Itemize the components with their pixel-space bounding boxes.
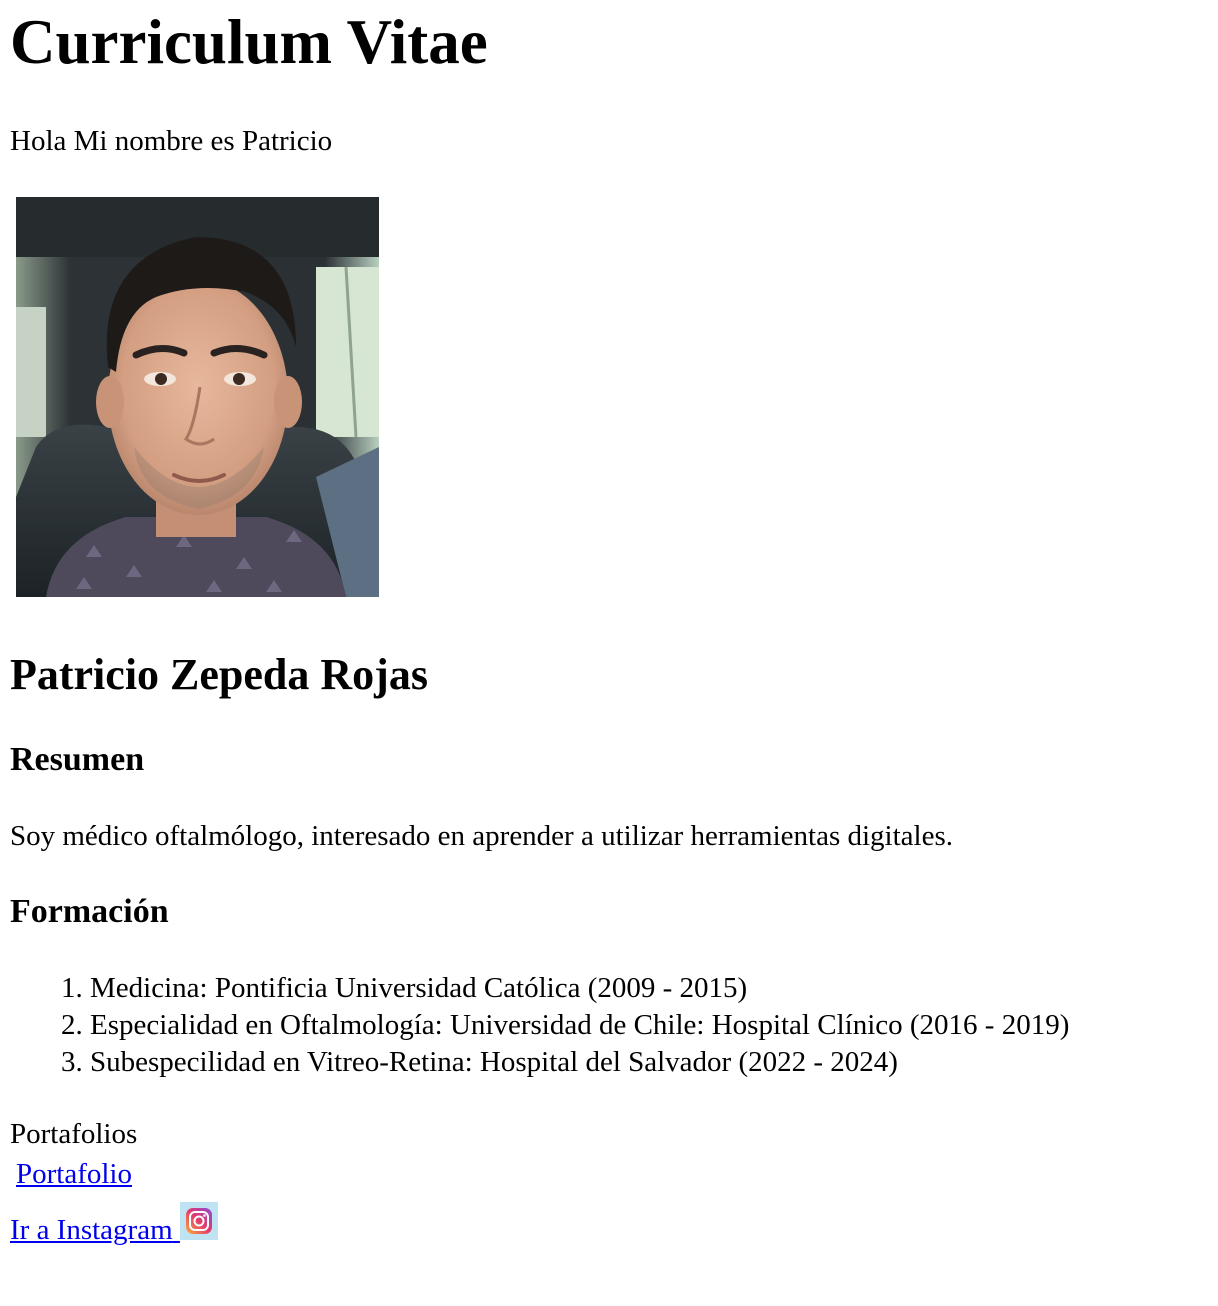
list-item: Especialidad en Oftalmología: Universida… bbox=[90, 1007, 1208, 1044]
portafolios-label: Portafolios bbox=[10, 1118, 138, 1151]
portfolio-link-row: Portafolio bbox=[10, 1157, 1208, 1192]
page-title: Curriculum Vitae bbox=[10, 7, 488, 77]
instagram-icon[interactable] bbox=[179, 1202, 218, 1241]
instagram-row: Ir a Instagram bbox=[10, 1202, 1208, 1248]
person-name: Patricio Zepeda Rojas bbox=[10, 650, 428, 700]
profile-photo bbox=[16, 197, 379, 598]
instagram-link[interactable]: Ir a Instagram bbox=[10, 1213, 180, 1248]
list-item: Medicina: Pontificia Universidad Católic… bbox=[90, 970, 1208, 1007]
portfolio-link[interactable]: Portafolio bbox=[16, 1158, 132, 1190]
page: Curriculum Vitae Hola Mi nombre es Patri… bbox=[0, 0, 1218, 1248]
formacion-list: Medicina: Pontificia Universidad Católic… bbox=[10, 970, 1208, 1081]
resumen-heading: Resumen bbox=[10, 741, 145, 779]
instagram-link-text: Ir a Instagram bbox=[10, 1214, 173, 1247]
formacion-heading: Formación bbox=[10, 892, 169, 930]
resumen-text: Soy médico oftalmólogo, interesado en ap… bbox=[10, 819, 953, 852]
intro-text: Hola Mi nombre es Patricio bbox=[10, 125, 333, 158]
list-item: Subespecilidad en Vitreo-Retina: Hospita… bbox=[90, 1044, 1208, 1081]
